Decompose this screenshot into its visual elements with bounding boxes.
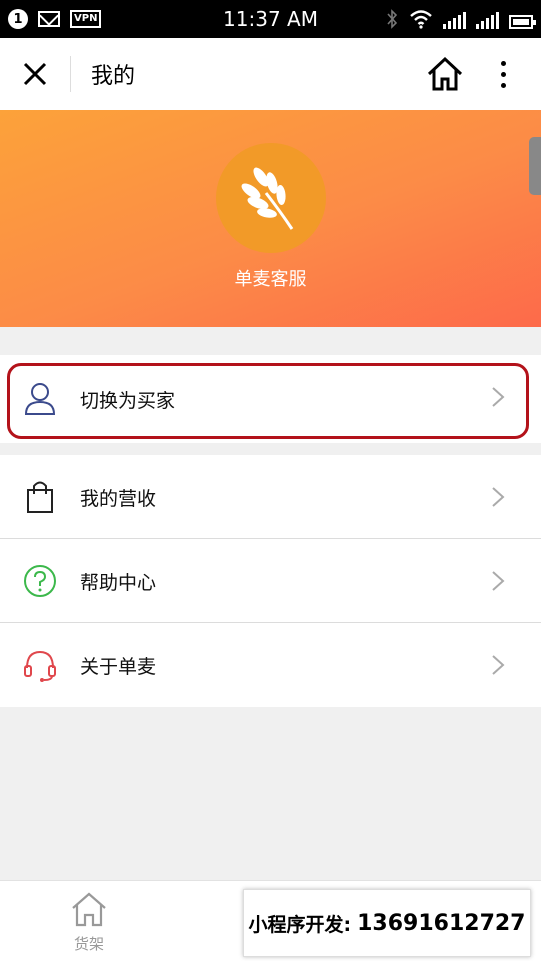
- more-icon: [500, 60, 506, 66]
- menu-group-main: 我的营收 帮助中心 关于单麦: [0, 455, 541, 707]
- wheat-icon: [241, 167, 294, 230]
- signal-icon-2: [476, 11, 499, 29]
- signal-icon: [443, 11, 466, 29]
- avatar[interactable]: [216, 143, 326, 253]
- menu-item-label: 关于单麦: [80, 655, 157, 678]
- battery-icon: [509, 15, 536, 29]
- tab-shelf[interactable]: 货架: [58, 891, 120, 954]
- profile-name: 单麦客服: [234, 269, 307, 290]
- menu-item-help[interactable]: 帮助中心: [0, 539, 541, 623]
- headset-icon: [24, 650, 56, 682]
- bluetooth-icon: [387, 9, 398, 29]
- shopping-bag-icon: [27, 481, 53, 513]
- profile-header: 单麦客服: [0, 110, 541, 327]
- more-button[interactable]: [483, 54, 523, 94]
- promo-text: 小程序开发:: [248, 913, 352, 936]
- close-icon: [23, 62, 47, 86]
- promo-banner: 小程序开发: 13691612727: [243, 889, 531, 957]
- side-handle[interactable]: [529, 137, 541, 195]
- menu-item-label: 帮助中心: [80, 571, 157, 594]
- close-button[interactable]: [0, 38, 70, 110]
- home-icon: [427, 56, 463, 91]
- menu-item-revenue[interactable]: 我的营收: [0, 455, 541, 539]
- menu-item-label: 我的营收: [80, 487, 157, 510]
- nav-bar: 我的: [0, 38, 541, 110]
- tab-label: 货架: [73, 935, 104, 953]
- wifi-icon: [410, 10, 432, 29]
- page-title: 我的: [91, 64, 136, 89]
- highlight-outline: [7, 363, 529, 439]
- menu-item-about[interactable]: 关于单麦: [0, 623, 541, 707]
- chevron-right-icon: [492, 655, 505, 675]
- status-bar: 1 VPN 11:37 AM: [0, 0, 541, 38]
- promo-phone: 13691612727: [357, 910, 526, 936]
- help-icon: [24, 565, 56, 597]
- nav-divider: [70, 56, 71, 92]
- shelf-icon: [72, 892, 106, 927]
- home-button[interactable]: [425, 54, 465, 94]
- chevron-right-icon: [492, 571, 505, 591]
- chevron-right-icon: [492, 487, 505, 507]
